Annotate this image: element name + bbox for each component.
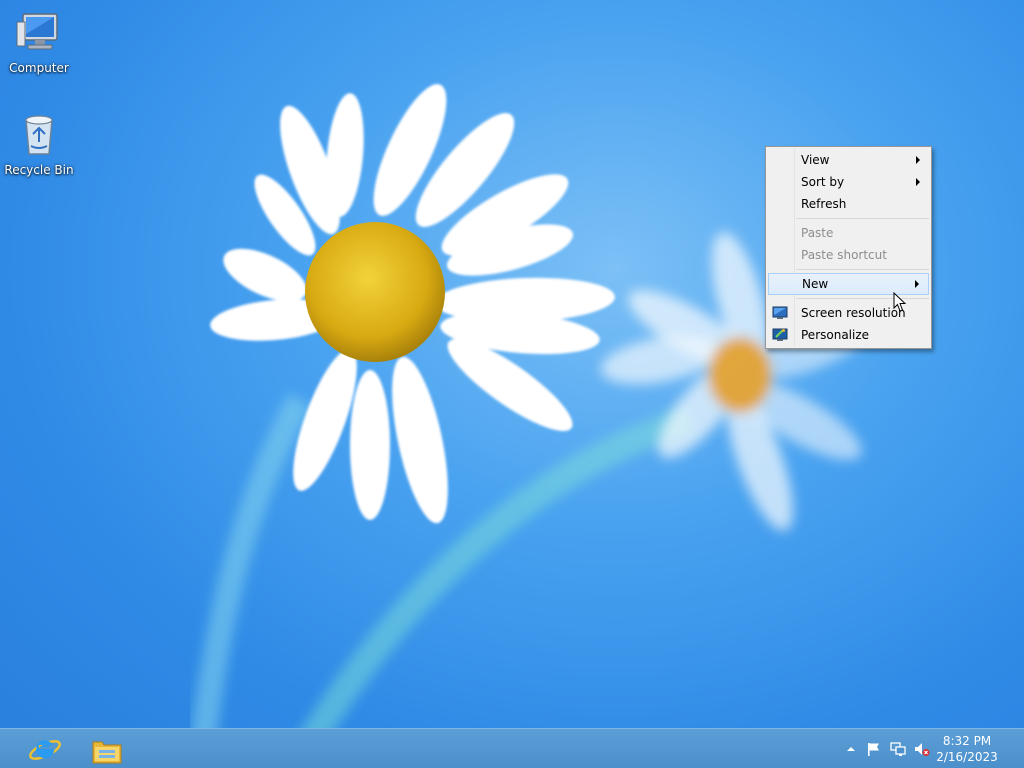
taskbar-internet-explorer[interactable] — [16, 731, 74, 767]
menu-item-label: New — [802, 277, 829, 291]
taskbar: 8:32 PM 2/16/2023 — [0, 728, 1024, 768]
menu-item-view[interactable]: View — [768, 149, 929, 171]
desktop[interactable]: Computer Recycle Bin View Sort by Refres… — [0, 0, 1024, 768]
file-explorer-icon — [92, 741, 122, 764]
menu-separator — [796, 269, 929, 270]
taskbar-file-explorer[interactable] — [78, 731, 136, 767]
personalize-icon — [772, 328, 788, 341]
action-center-flag-icon[interactable] — [866, 741, 882, 757]
menu-item-label: Paste shortcut — [801, 248, 887, 262]
desktop-icon-computer[interactable]: Computer — [1, 8, 77, 76]
desktop-icon-label: Recycle Bin — [4, 163, 74, 177]
wallpaper — [187, 84, 867, 768]
clock-time: 8:32 PM — [942, 734, 992, 748]
menu-item-paste[interactable]: Paste — [768, 222, 929, 244]
submenu-arrow-icon — [916, 156, 920, 164]
submenu-arrow-icon — [916, 178, 920, 186]
menu-item-personalize[interactable]: Personalize — [768, 324, 929, 346]
desktop-icon-label: Computer — [9, 61, 69, 75]
show-hidden-icons-icon[interactable] — [843, 741, 859, 757]
menu-item-label: View — [801, 153, 830, 167]
menu-item-label: Sort by — [801, 175, 845, 189]
menu-item-paste-shortcut[interactable]: Paste shortcut — [768, 244, 929, 266]
volume-muted-icon[interactable] — [914, 741, 930, 757]
submenu-arrow-icon — [915, 280, 919, 288]
screen-resolution-icon — [772, 306, 788, 319]
computer-icon — [16, 13, 58, 50]
network-icon[interactable] — [890, 741, 906, 757]
menu-item-label: Refresh — [801, 197, 847, 211]
clock-date: 2/16/2023 — [936, 750, 998, 764]
internet-explorer-icon — [29, 740, 61, 760]
recycle-bin-icon — [25, 115, 53, 155]
menu-item-sort-by[interactable]: Sort by — [768, 171, 929, 193]
desktop-icon-recycle-bin[interactable]: Recycle Bin — [1, 110, 77, 178]
mouse-pointer-icon — [893, 292, 907, 312]
menu-item-label: Screen resolution — [801, 306, 906, 320]
menu-separator — [796, 298, 929, 299]
menu-item-label: Personalize — [801, 328, 870, 342]
menu-item-label: Paste — [801, 226, 834, 240]
menu-separator — [796, 218, 929, 219]
taskbar-clock[interactable]: 8:32 PM 2/16/2023 — [932, 733, 1002, 765]
menu-item-refresh[interactable]: Refresh — [768, 193, 929, 215]
desktop-context-menu: View Sort by Refresh Paste Paste shortcu… — [765, 146, 932, 349]
